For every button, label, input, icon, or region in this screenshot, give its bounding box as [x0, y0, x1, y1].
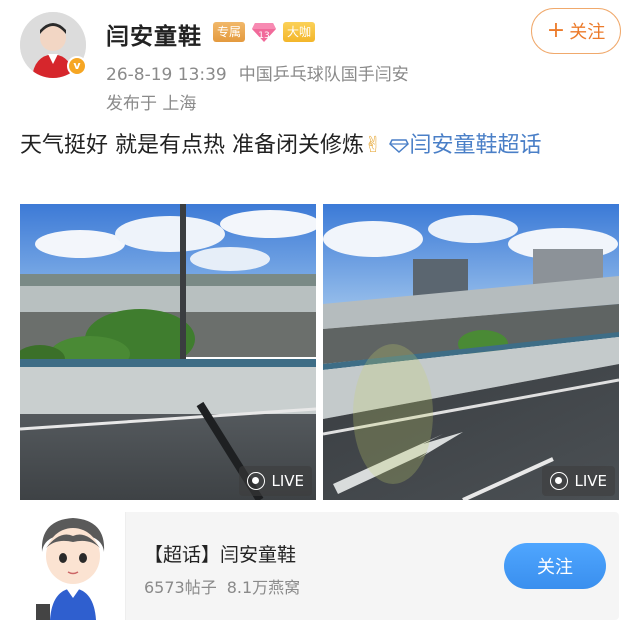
- supertopic-stats: 6573帖子 8.1万燕窝: [144, 574, 310, 598]
- level-number: 13: [258, 31, 269, 41]
- supertopic-follow-button[interactable]: 关注: [504, 543, 606, 589]
- supertopic-avatar: [20, 512, 126, 620]
- supertopic-fan-count: 8.1万燕窝: [226, 578, 301, 597]
- author-badges: 专属 13 大咖: [213, 21, 316, 43]
- live-icon: [550, 472, 569, 490]
- dakai-badge: 大咖: [283, 22, 316, 42]
- supertopic-title: 【超话】闫安童鞋: [144, 544, 297, 566]
- live-label: LIVE: [574, 472, 607, 490]
- follow-button[interactable]: + 关注: [531, 8, 621, 54]
- supertopic-card[interactable]: 【超话】闫安童鞋 6573帖子 8.1万燕窝 关注: [20, 512, 619, 620]
- victory-hand-emoji: ✌: [364, 133, 383, 158]
- diamond-icon: [389, 139, 410, 154]
- post-timestamp: 26-8-19 13:39: [106, 65, 227, 85]
- supertopic-link-text: 闫安童鞋超话: [409, 133, 542, 158]
- post-photo-2[interactable]: LIVE: [323, 204, 619, 500]
- live-icon: [247, 472, 266, 490]
- post-source: 中国乒乓球队国手闫安: [238, 65, 409, 85]
- supertopic-post-count: 6573帖子: [144, 578, 217, 597]
- exclusive-badge: 专属: [213, 22, 246, 42]
- highway-photo-1: [20, 204, 316, 500]
- highway-photo-2: [323, 204, 619, 500]
- plus-icon: +: [546, 18, 566, 43]
- post-meta: 26-8-19 13:39 中国乒乓球队国手闫安: [106, 60, 421, 85]
- verified-badge-icon: v: [67, 56, 87, 76]
- live-photo-badge[interactable]: LIVE: [239, 466, 312, 496]
- level-diamond-icon: 13: [251, 21, 277, 43]
- post-photo-1[interactable]: LIVE: [20, 204, 316, 500]
- post-body: 天气挺好 就是有点热 准备闭关修炼✌ 闫安童鞋超话: [20, 128, 620, 164]
- live-label: LIVE: [271, 472, 304, 490]
- post-location: 发布于 上海: [106, 94, 197, 114]
- live-photo-badge[interactable]: LIVE: [542, 466, 615, 496]
- author-name[interactable]: 闫安童鞋: [106, 17, 202, 51]
- supertopic-link[interactable]: 闫安童鞋超话: [389, 133, 541, 158]
- cartoon-avatar-image: [20, 512, 125, 620]
- follow-label: 关注: [569, 22, 606, 43]
- post-text: 天气挺好 就是有点热 准备闭关修炼: [20, 133, 364, 158]
